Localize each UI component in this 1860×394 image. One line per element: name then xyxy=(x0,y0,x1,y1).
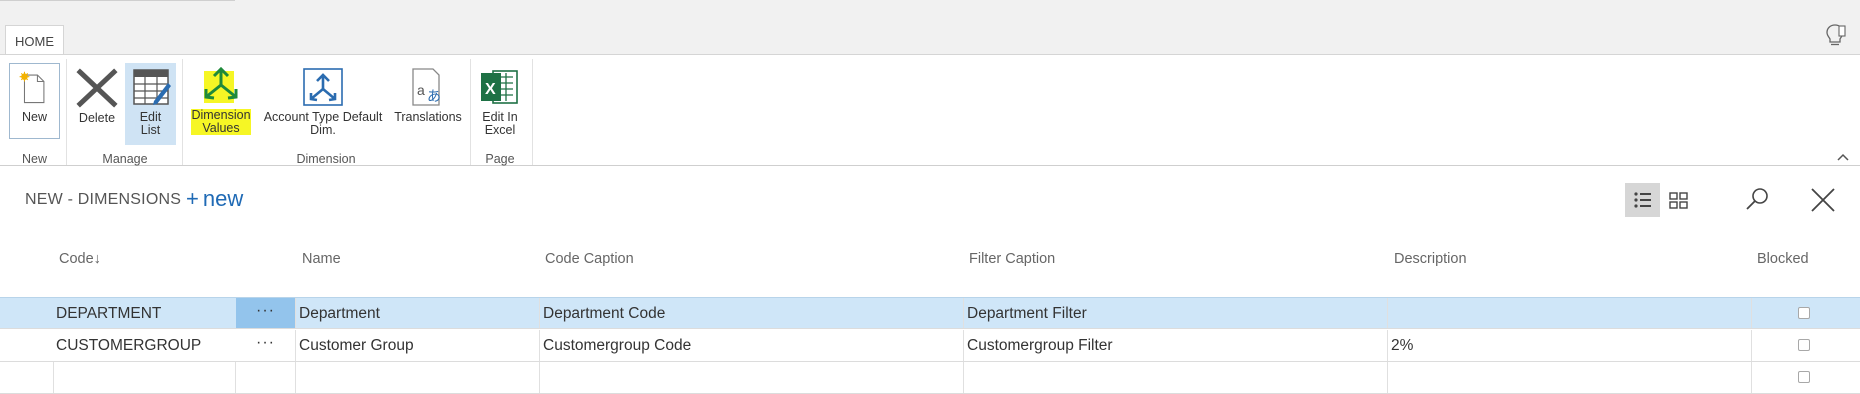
new-button-label: New xyxy=(21,110,47,124)
page-title: NEW - DIMENSIONS xyxy=(25,191,182,208)
column-header-code-caption[interactable]: Code Caption xyxy=(545,251,634,267)
table-row[interactable]: DEPARTMENT ··· Department Department Cod… xyxy=(0,297,1860,329)
blocked-checkbox[interactable] xyxy=(1798,307,1810,319)
group-separator xyxy=(470,59,471,165)
table-row[interactable]: CUSTOMERGROUP ··· Customer Group Custome… xyxy=(0,330,1860,362)
new-document-icon xyxy=(19,71,44,104)
cell-name[interactable]: Customer Group xyxy=(295,330,539,361)
cell-code-caption[interactable]: Customergroup Code xyxy=(539,330,963,361)
delete-button[interactable]: Delete xyxy=(74,63,120,144)
svg-text:あ: あ xyxy=(427,89,441,105)
column-header-code[interactable]: Code↓ xyxy=(59,251,101,267)
plus-icon: + xyxy=(186,186,199,211)
cell-blocked xyxy=(1751,330,1860,361)
ribbon-tab-bar: HOME xyxy=(0,0,1860,56)
ribbon: New Delete Edit List Dimension Values Ac… xyxy=(0,54,1860,166)
dimension-arrows-icon xyxy=(204,66,238,100)
column-header-description[interactable]: Description xyxy=(1394,251,1467,267)
cell-filter-caption[interactable]: Customergroup Filter xyxy=(963,330,1387,361)
cell-blocked xyxy=(1751,298,1860,328)
lightbulb-icon[interactable] xyxy=(1822,22,1848,48)
group-label-manage: Manage xyxy=(102,152,148,166)
translations-button[interactable]: a あ Translations xyxy=(392,63,464,143)
group-separator xyxy=(532,59,533,165)
dimension-values-button[interactable]: Dimension Values xyxy=(186,63,256,145)
new-record-link[interactable]: + new xyxy=(186,186,243,212)
blocked-checkbox[interactable] xyxy=(1798,339,1810,351)
svg-text:a: a xyxy=(417,82,425,98)
cell-description[interactable] xyxy=(1387,362,1751,393)
edit-list-button[interactable]: Edit List xyxy=(125,63,176,145)
new-button[interactable]: New xyxy=(9,63,60,139)
cell-name[interactable]: Department xyxy=(295,298,539,328)
list-view-icon xyxy=(1634,192,1651,208)
group-label-new: New xyxy=(21,152,47,166)
blocked-checkbox[interactable] xyxy=(1798,371,1810,383)
edit-list-label: Edit List xyxy=(139,110,162,137)
close-icon xyxy=(1811,188,1835,212)
account-type-default-dim-button[interactable]: Account Type Default Dim. xyxy=(258,63,388,143)
account-dimension-icon xyxy=(303,68,343,106)
tile-view-icon xyxy=(1669,192,1688,209)
group-separator xyxy=(66,59,67,165)
delete-x-icon xyxy=(76,68,118,108)
row-actions-button[interactable]: ··· xyxy=(236,298,295,328)
cell-blocked xyxy=(1751,362,1860,393)
search-icon xyxy=(1746,188,1768,210)
sort-descending-icon: ↓ xyxy=(93,251,101,267)
account-type-default-dim-label: Account Type Default Dim. xyxy=(263,110,383,137)
row-actions-button[interactable]: ··· xyxy=(236,330,295,361)
group-label-page: Page xyxy=(485,152,515,166)
cell-code-caption[interactable] xyxy=(539,362,963,393)
edit-in-excel-label: Edit In Excel xyxy=(482,110,518,137)
cell-description[interactable] xyxy=(1387,298,1751,328)
edit-list-icon xyxy=(132,69,171,105)
svg-text:X: X xyxy=(485,81,496,98)
group-separator xyxy=(182,59,183,165)
translations-label: Translations xyxy=(394,110,462,124)
table-row[interactable] xyxy=(0,362,1860,394)
search-button[interactable] xyxy=(1740,183,1774,217)
cell-filter-caption[interactable] xyxy=(963,362,1387,393)
cell-code[interactable]: CUSTOMERGROUP xyxy=(53,330,235,361)
edit-in-excel-button[interactable]: X Edit In Excel xyxy=(474,63,526,147)
top-divider xyxy=(0,0,235,1)
column-header-filter-caption[interactable]: Filter Caption xyxy=(969,251,1055,267)
new-link-label: new xyxy=(202,186,244,211)
column-header-blocked[interactable]: Blocked xyxy=(1757,251,1809,267)
group-label-dimension: Dimension xyxy=(296,152,356,166)
cell-code[interactable] xyxy=(53,362,235,393)
cell-name[interactable] xyxy=(295,362,539,393)
column-header-name[interactable]: Name xyxy=(302,251,341,267)
delete-button-label: Delete xyxy=(78,111,116,125)
tile-view-button[interactable] xyxy=(1661,183,1696,217)
cell-filter-caption[interactable]: Department Filter xyxy=(963,298,1387,328)
cell-row-actions xyxy=(235,362,295,393)
close-button[interactable] xyxy=(1806,183,1840,217)
list-view-button[interactable] xyxy=(1625,183,1660,217)
translations-icon: a あ xyxy=(412,68,441,106)
excel-icon: X xyxy=(481,70,518,104)
cell-code-caption[interactable]: Department Code xyxy=(539,298,963,328)
column-header-code-label: Code xyxy=(59,251,94,267)
tab-home[interactable]: HOME xyxy=(5,25,64,56)
cell-description[interactable]: 2% xyxy=(1387,330,1751,361)
cell-code[interactable]: DEPARTMENT xyxy=(53,298,235,328)
collapse-ribbon-icon[interactable] xyxy=(1835,151,1851,163)
dimension-values-label: Dimension Values xyxy=(191,108,251,135)
